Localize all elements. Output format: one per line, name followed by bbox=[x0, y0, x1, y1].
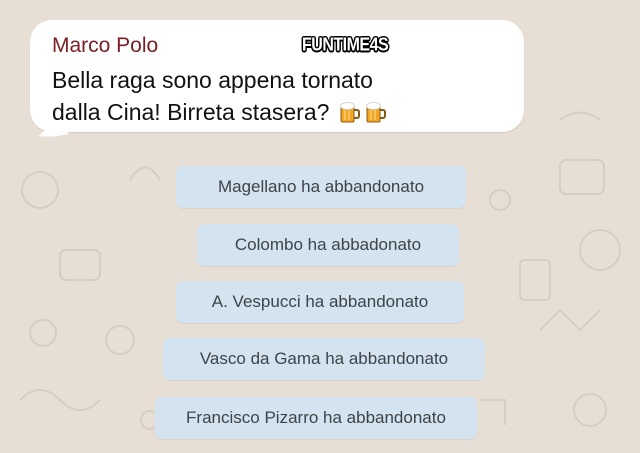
system-notice-left-group: Colombo ha abbadonato bbox=[197, 224, 459, 266]
system-notice-left-group: Vasco da Gama ha abbandonato bbox=[163, 338, 485, 380]
beer-mug-icon bbox=[338, 100, 362, 132]
system-notice-left-group: Magellano ha abbandonato bbox=[176, 166, 466, 208]
beer-mug-icon bbox=[364, 100, 388, 132]
message-line: dalla Cina! Birreta stasera? bbox=[52, 96, 502, 132]
message-line: Bella raga sono appena tornato bbox=[52, 67, 373, 93]
system-notice-left-group: A. Vespucci ha abbandonato bbox=[176, 281, 464, 323]
message-line-text: dalla Cina! Birreta stasera? bbox=[52, 99, 330, 125]
watermark: FUNTIME4S bbox=[302, 35, 389, 56]
message-text: Bella raga sono appena tornato dalla Cin… bbox=[52, 64, 502, 132]
system-notice-left-group: Francisco Pizarro ha abbandonato bbox=[155, 397, 477, 439]
incoming-message-bubble[interactable]: Marco Polo FUNTIME4S Bella raga sono app… bbox=[30, 20, 524, 137]
sender-name[interactable]: Marco Polo bbox=[52, 34, 158, 58]
